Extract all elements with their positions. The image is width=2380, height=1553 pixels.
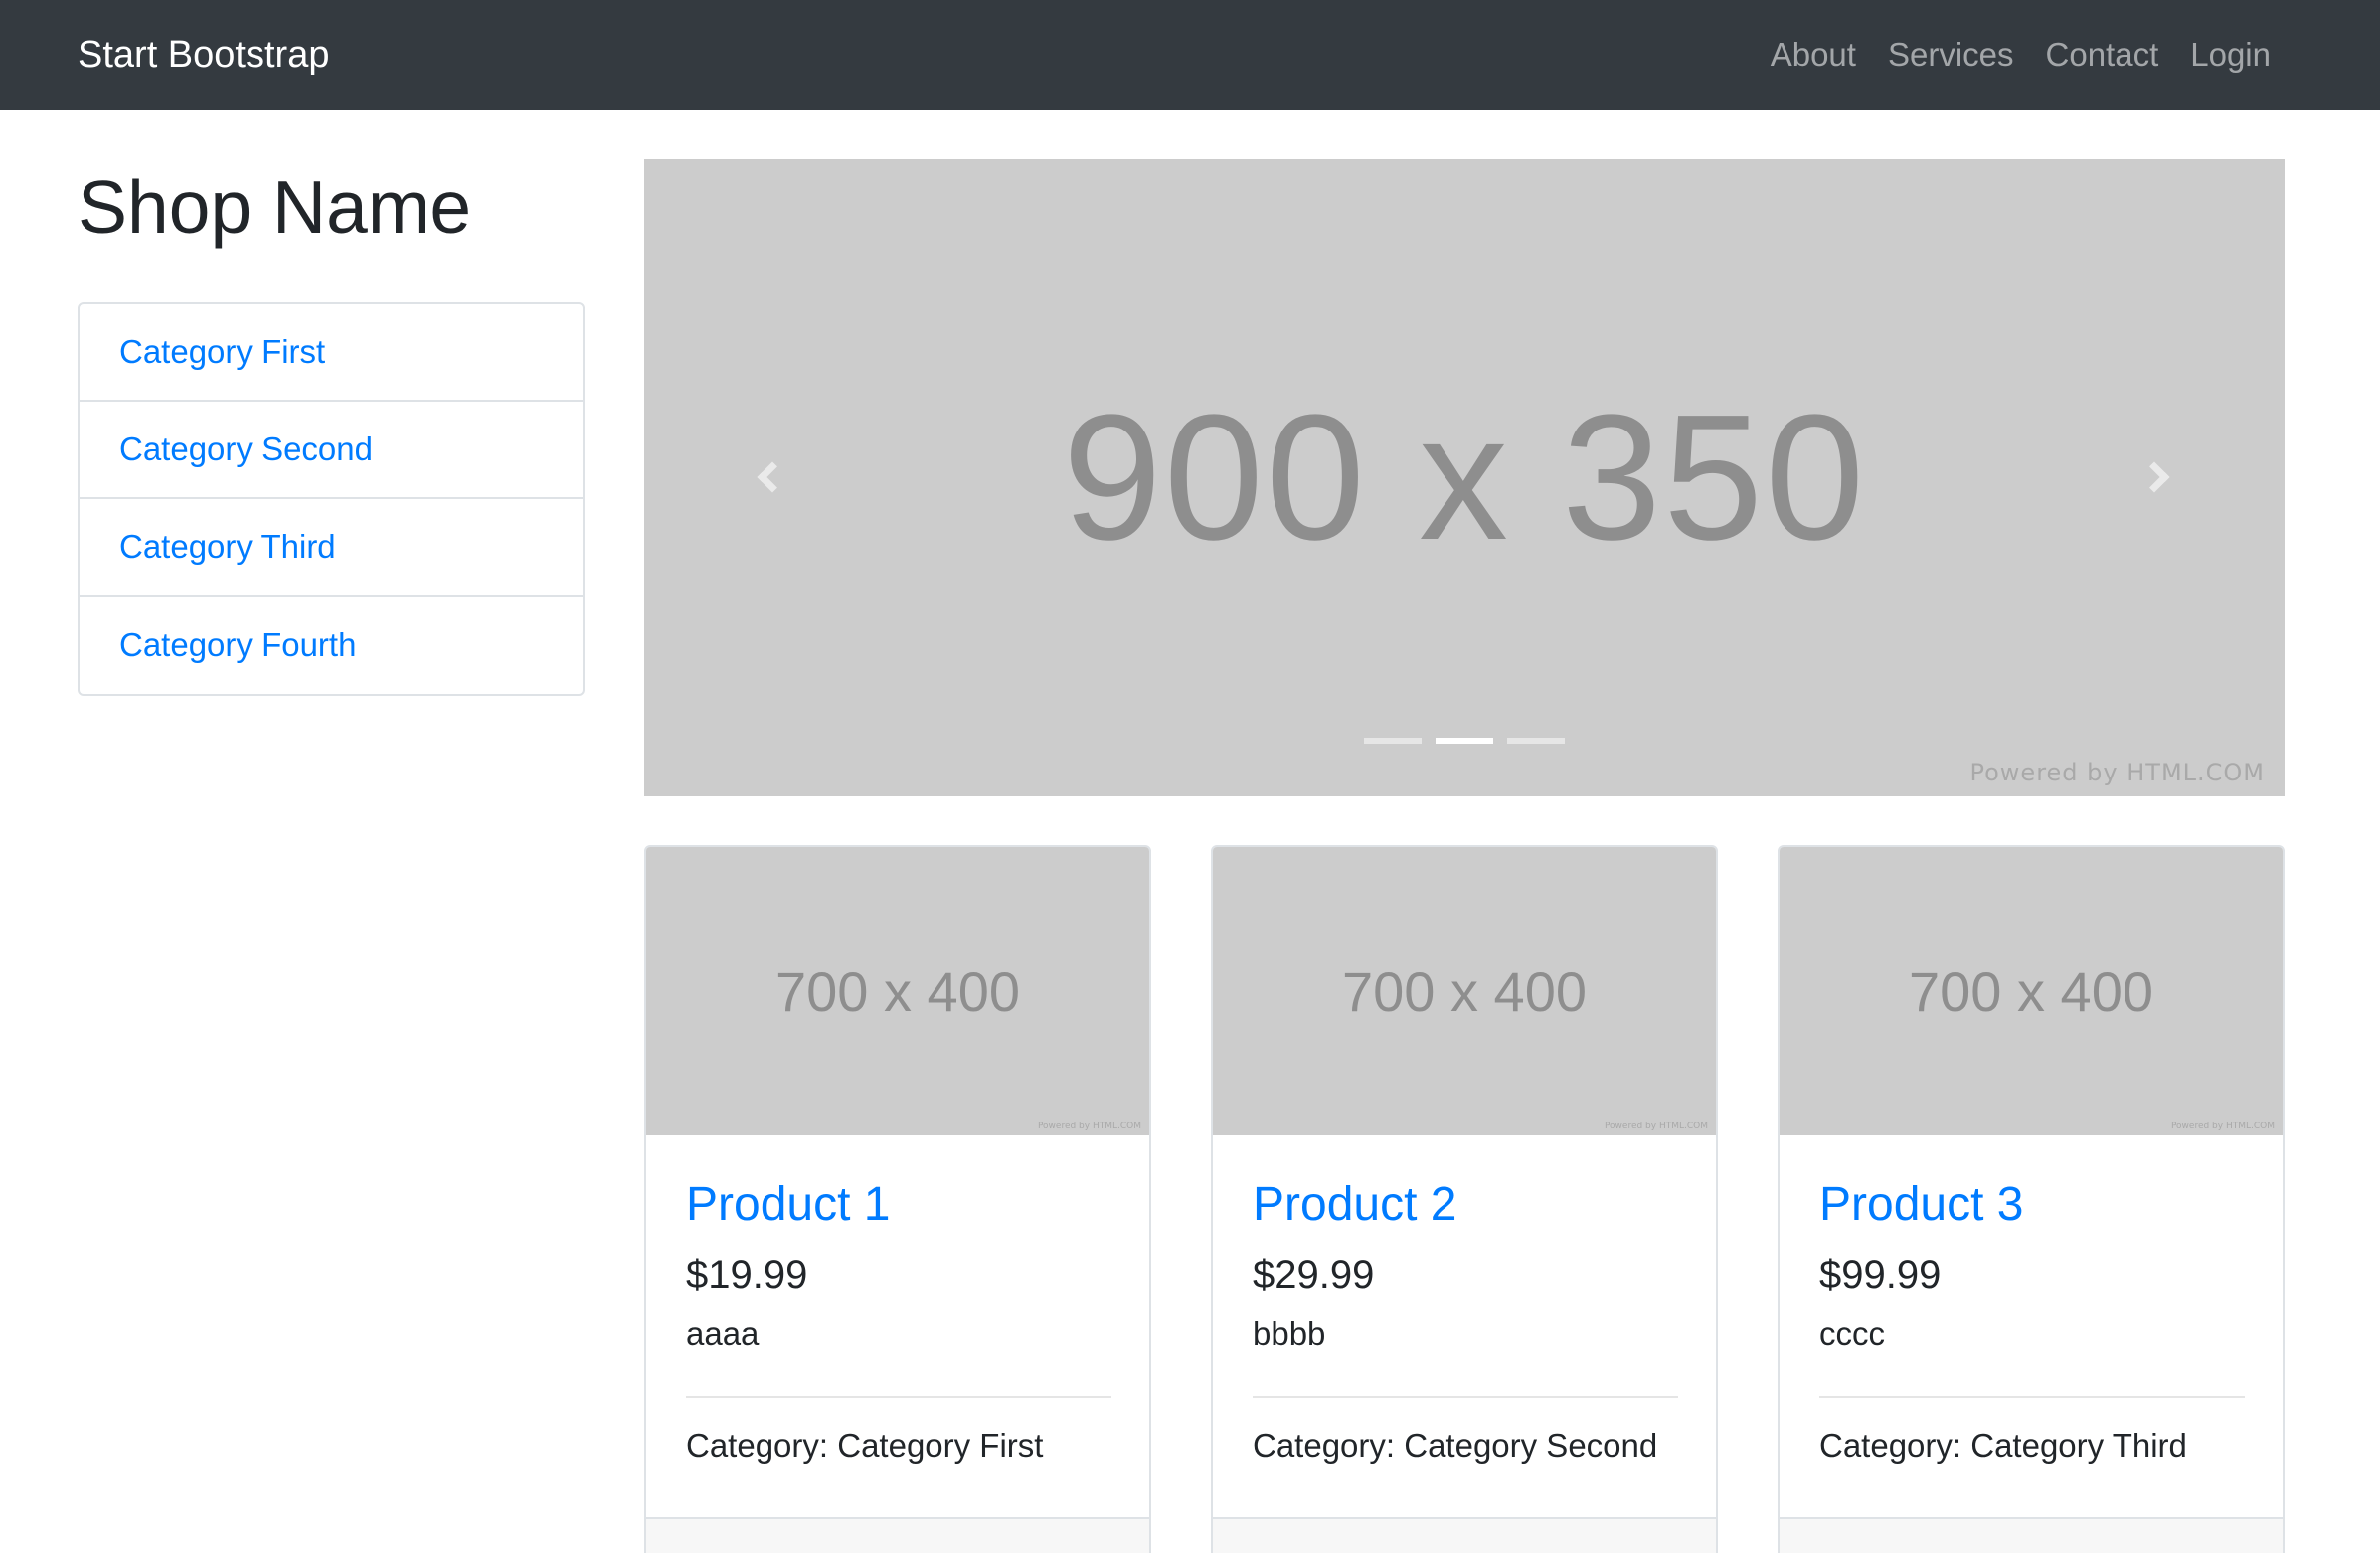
category-item-fourth[interactable]: Category Fourth bbox=[80, 597, 583, 694]
card-divider bbox=[686, 1396, 1111, 1398]
carousel-indicators bbox=[1364, 738, 1565, 744]
carousel-indicator-1[interactable] bbox=[1364, 738, 1422, 744]
product-image-watermark: Powered by HTML.COM bbox=[1604, 1122, 1708, 1131]
category-list: Category First Category Second Category … bbox=[78, 302, 585, 696]
card-footer bbox=[1780, 1517, 2283, 1553]
product-category: Category: Category Third bbox=[1819, 1427, 2187, 1464]
product-title-link[interactable]: Product 2 bbox=[1253, 1175, 1456, 1235]
product-card: 700 x 400 Powered by HTML.COM Product 1 … bbox=[644, 845, 1151, 1553]
product-card: 700 x 400 Powered by HTML.COM Product 2 … bbox=[1211, 845, 1718, 1553]
product-image-label: 700 x 400 bbox=[1342, 959, 1587, 1023]
chevron-right-icon bbox=[2138, 461, 2170, 493]
product-image-watermark: Powered by HTML.COM bbox=[1037, 1122, 1141, 1131]
top-navbar: Start Bootstrap About Services Contact L… bbox=[0, 0, 2380, 110]
carousel-placeholder-label: 900 x 350 bbox=[1062, 378, 1867, 578]
product-image-label: 700 x 400 bbox=[775, 959, 1020, 1023]
carousel-prev-button[interactable] bbox=[738, 447, 797, 507]
nav-link-contact[interactable]: Contact bbox=[2046, 30, 2159, 80]
nav-link-services[interactable]: Services bbox=[1888, 30, 2014, 80]
product-price: $19.99 bbox=[686, 1253, 808, 1296]
hero-carousel: 900 x 350 Powered by HTML.COM bbox=[644, 159, 2285, 796]
product-description: cccc bbox=[1819, 1315, 1885, 1352]
carousel-indicator-2[interactable] bbox=[1436, 738, 1493, 744]
card-divider bbox=[1253, 1396, 1678, 1398]
navbar-brand[interactable]: Start Bootstrap bbox=[78, 30, 329, 80]
product-category: Category: Category First bbox=[686, 1427, 1044, 1464]
chevron-left-icon bbox=[757, 461, 788, 493]
shop-name-heading: Shop Name bbox=[78, 165, 472, 249]
category-item-second[interactable]: Category Second bbox=[80, 402, 583, 499]
carousel-indicator-3[interactable] bbox=[1507, 738, 1565, 744]
product-image[interactable]: 700 x 400 Powered by HTML.COM bbox=[1213, 847, 1716, 1135]
product-title-link[interactable]: Product 3 bbox=[1819, 1175, 2023, 1235]
product-description: bbbb bbox=[1253, 1315, 1326, 1352]
category-item-third[interactable]: Category Third bbox=[80, 499, 583, 597]
navbar-links: About Services Contact Login bbox=[1771, 30, 2271, 80]
carousel-watermark: Powered by HTML.COM bbox=[1969, 759, 2265, 786]
nav-link-login[interactable]: Login bbox=[2190, 30, 2271, 80]
carousel-next-button[interactable] bbox=[2129, 447, 2189, 507]
card-footer bbox=[1213, 1517, 1716, 1553]
product-description: aaaa bbox=[686, 1315, 760, 1352]
product-image[interactable]: 700 x 400 Powered by HTML.COM bbox=[1780, 847, 2283, 1135]
nav-link-about[interactable]: About bbox=[1771, 30, 1856, 80]
product-image-label: 700 x 400 bbox=[1909, 959, 2153, 1023]
product-category: Category: Category Second bbox=[1253, 1427, 1658, 1464]
card-footer bbox=[646, 1517, 1149, 1553]
card-divider bbox=[1819, 1396, 2245, 1398]
product-image-watermark: Powered by HTML.COM bbox=[2170, 1122, 2275, 1131]
product-card: 700 x 400 Powered by HTML.COM Product 3 … bbox=[1778, 845, 2285, 1553]
product-price: $99.99 bbox=[1819, 1253, 1942, 1296]
category-item-first[interactable]: Category First bbox=[80, 304, 583, 402]
product-price: $29.99 bbox=[1253, 1253, 1375, 1296]
product-title-link[interactable]: Product 1 bbox=[686, 1175, 890, 1235]
product-image[interactable]: 700 x 400 Powered by HTML.COM bbox=[646, 847, 1149, 1135]
